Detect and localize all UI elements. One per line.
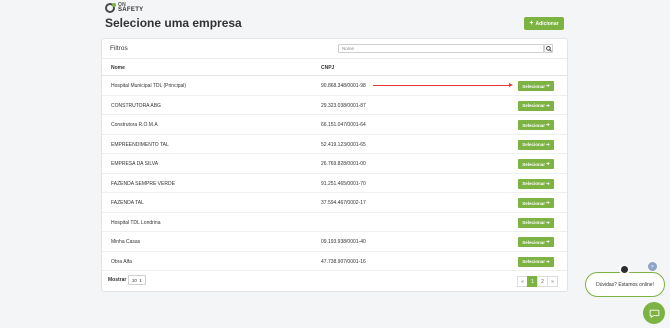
select-label: Selecionar: [522, 259, 545, 264]
filters-label: Filtros: [110, 45, 128, 52]
select-company-button[interactable]: Selecionar ➔: [518, 217, 554, 228]
company-cnpj: 37.594.467/0002-17: [321, 200, 366, 206]
add-company-button[interactable]: + Adicionar: [524, 17, 564, 30]
arrow-right-icon: ➔: [545, 239, 550, 244]
company-name: EMPRESA DA SILVA: [111, 161, 159, 167]
arrow-right-icon: ➔: [545, 200, 550, 205]
select-company-button[interactable]: Selecionar ➔: [518, 120, 554, 130]
search-button[interactable]: [544, 44, 553, 53]
app-logo: ON SAFETY: [105, 3, 143, 13]
arrow-right-icon: ➔: [545, 161, 550, 166]
table-row: Construtora R.O.M.A 66.151.047/0001-64 Sel…: [102, 115, 567, 135]
company-name: EMPREENDIMENTO TAL: [111, 141, 169, 148]
arrow-right-icon: ➔: [545, 141, 550, 147]
table-row: FAZENDA TAL 37.594.467/0002-17 Selecionar ➔: [102, 193, 567, 213]
select-company-button[interactable]: Selecionar ➔: [518, 178, 554, 189]
select-label: Selecionar: [522, 200, 545, 206]
table-row: FAZENDA SEMPRE VERDE 91.251.465/0001-70 Se…: [102, 174, 567, 193]
select-company-button[interactable]: Selecionar ➔: [518, 237, 554, 247]
column-header-cnpj: CNPJ: [321, 65, 335, 71]
plus-icon: +: [529, 20, 534, 27]
company-name: Minha Casas: [111, 239, 141, 245]
table-row: Hospital TDL Londrina Selecionar ➔: [102, 213, 567, 232]
company-cnpj: 09.193.938/0001-40: [321, 239, 366, 245]
select-company-button[interactable]: Selecionar ➔: [518, 100, 554, 111]
add-company-label: Adicionar: [535, 20, 559, 27]
select-company-button[interactable]: Selecionar ➔: [518, 256, 554, 267]
company-name: CONSTRUTORA ABG: [111, 102, 161, 109]
select-company-button[interactable]: Selecionar ➔: [518, 198, 554, 208]
chevron-updown-icon: ⇕: [138, 277, 143, 283]
chat-message: Dúvidas? Estamos online!: [596, 281, 654, 288]
table-row: Obra Alfa 47.738.907/0001-16 Selecionar ➔: [102, 252, 567, 271]
chat-avatar: [619, 264, 630, 275]
company-name: Hospital Municipal TDL (Principal): [111, 83, 187, 89]
company-cnpj: 29.323.038/0001-87: [321, 102, 366, 109]
company-cnpj: 90.868.348/0001-98: [321, 83, 366, 89]
logo-text-safety: SAFETY: [118, 7, 144, 13]
company-name: FAZENDA TAL: [111, 200, 144, 206]
show-label: Mostrar: [108, 277, 127, 283]
arrow-right-icon: ➔: [545, 83, 550, 88]
select-label: Selecionar: [522, 142, 545, 147]
select-company-button[interactable]: Selecionar ➔: [518, 159, 554, 169]
page-size-select[interactable]: 10 ⇕: [128, 275, 146, 285]
arrow-right-icon: ➔: [545, 219, 550, 225]
company-cnpj: 91.251.465/0001-70: [321, 180, 366, 187]
search-input[interactable]: [338, 44, 544, 53]
select-label: Selecionar: [522, 181, 545, 186]
select-label: Selecionar: [522, 122, 545, 128]
select-label: Selecionar: [522, 161, 545, 167]
company-name: FAZENDA SEMPRE VERDE: [111, 180, 175, 187]
chat-bubble[interactable]: Dúvidas? Estamos online!: [585, 272, 665, 297]
select-company-button[interactable]: Selecionar ➔: [518, 81, 554, 91]
company-name: Hospital TDL Londrina: [111, 219, 161, 226]
company-cnpj: 52.419.123/0001-65: [321, 141, 366, 148]
select-label: Selecionar: [522, 239, 545, 245]
arrow-right-icon: ➔: [545, 258, 550, 264]
table-row: EMPREENDIMENTO TAL 52.419.123/0001-65 Sele…: [102, 135, 567, 154]
arrow-right-icon: ➔: [545, 122, 550, 127]
page-size-value: 10: [131, 277, 137, 283]
column-header-name: Nome: [111, 65, 125, 71]
arrow-right-icon: ➔: [545, 102, 550, 108]
page-title: Selecione uma empresa: [105, 16, 242, 30]
chat-open-button[interactable]: [643, 302, 665, 324]
arrow-right-icon: ➔: [545, 180, 550, 186]
table-row: Minha Casas 09.193.938/0001-40 Selecionar ➔: [102, 232, 567, 252]
filters-bar: Filtros: [102, 39, 567, 59]
annotation-arrow: [373, 83, 513, 87]
select-company-button[interactable]: Selecionar ➔: [518, 139, 554, 150]
company-cnpj: 47.738.907/0001-16: [321, 258, 366, 265]
select-label: Selecionar: [522, 103, 545, 108]
company-cnpj: 26.769.828/0001-00: [321, 161, 366, 167]
search-icon: [545, 45, 552, 52]
select-label: Selecionar: [522, 83, 545, 89]
company-name: Obra Alfa: [111, 258, 132, 265]
pagination-next[interactable]: »: [547, 276, 558, 287]
chat-close-button[interactable]: ×: [648, 262, 657, 271]
logo-icon: [105, 3, 116, 13]
company-name: Construtora R.O.M.A: [111, 122, 158, 128]
company-cnpj: 66.151.047/0001-64: [321, 122, 366, 128]
select-label: Selecionar: [522, 220, 545, 225]
companies-card: Filtros Nome CNPJ Hospital Municipal TDL…: [101, 38, 568, 292]
table-row: EMPRESA DA SILVA 26.769.828/0001-00 Seleci…: [102, 154, 567, 174]
pagination: « 1 2 »: [517, 276, 558, 287]
table-row: CONSTRUTORA ABG 29.323.038/0001-87 Selecio…: [102, 96, 567, 115]
chat-icon: [649, 309, 659, 318]
